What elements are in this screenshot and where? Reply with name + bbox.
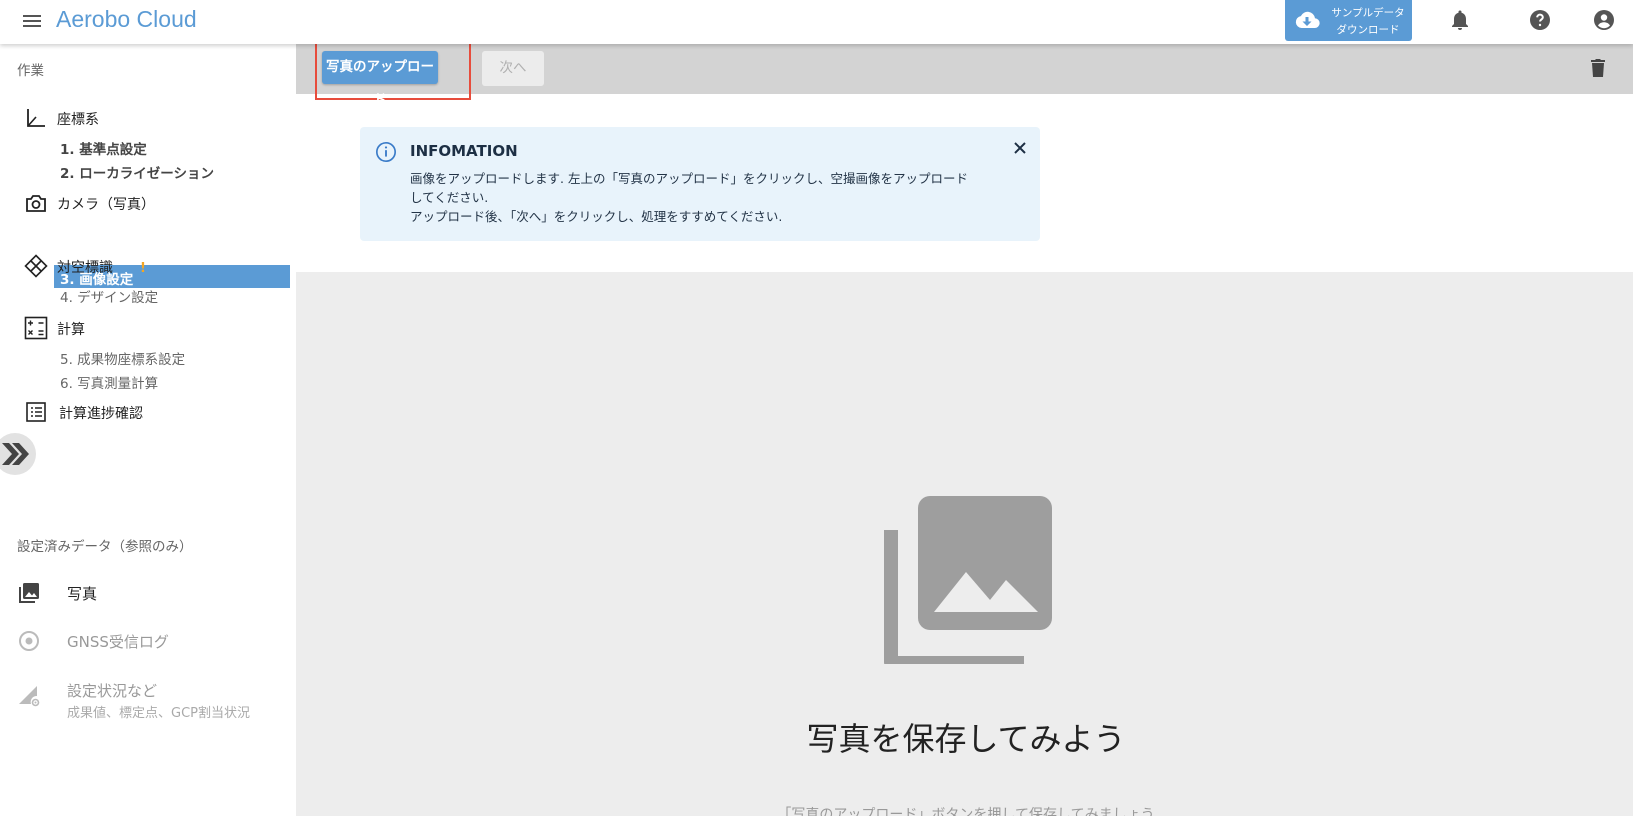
radio-target-icon bbox=[19, 631, 39, 651]
sidebar-group-label: カメラ（写真） bbox=[57, 197, 155, 213]
next-button[interactable]: 次へ bbox=[482, 51, 544, 86]
warning-mark: ! bbox=[140, 261, 146, 276]
close-icon[interactable] bbox=[1012, 140, 1028, 156]
sidebar-step-1[interactable]: 1. 基準点設定 bbox=[60, 138, 147, 158]
hamburger-menu-icon[interactable] bbox=[20, 9, 44, 33]
trash-icon[interactable] bbox=[1586, 56, 1610, 80]
sidebar-collapse-button[interactable] bbox=[0, 433, 36, 475]
info-title: INFOMATION bbox=[410, 142, 518, 160]
bell-icon[interactable] bbox=[1448, 8, 1472, 32]
info-icon bbox=[376, 142, 396, 162]
reference-item-label: 設定状況など bbox=[67, 682, 158, 700]
sidebar-group-label: 座標系 bbox=[57, 112, 99, 128]
empty-state-subtitle: 「写真のアップロード」ボタンを押して保存してみましょう bbox=[777, 807, 1155, 816]
photo-drop-area[interactable]: 写真を保存してみよう 「写真のアップロード」ボタンを押して保存してみましょう bbox=[296, 272, 1633, 816]
sample-data-download-button[interactable]: サンプルデータ ダウンロード bbox=[1285, 0, 1412, 41]
reference-item-label: GNSS受信ログ bbox=[67, 633, 169, 651]
work-section-label: 作業 bbox=[17, 63, 44, 79]
app-title[interactable]: Aerobo Cloud bbox=[56, 6, 197, 33]
sample-data-label-1: サンプルデータ bbox=[1331, 7, 1405, 19]
photo-library-icon bbox=[884, 496, 1052, 664]
progress-list-icon bbox=[26, 402, 46, 422]
calculator-icon bbox=[24, 316, 48, 340]
info-line-1: 画像をアップロードします. 左上の「写真のアップロード」をクリックし、空撮画像を… bbox=[410, 171, 968, 205]
action-toolbar: 写真のアップロード 次へ bbox=[296, 38, 1633, 108]
sidebar: 作業 座標系 1. 基準点設定 2. ローカライゼーション カメラ（写真） 3.… bbox=[0, 44, 296, 816]
info-body: 画像をアップロードします. 左上の「写真のアップロード」をクリックし、空撮画像を… bbox=[410, 169, 980, 226]
cloud-download-icon bbox=[1295, 11, 1320, 29]
empty-state-title: 写真を保存してみよう bbox=[806, 720, 1126, 758]
axis-icon bbox=[27, 109, 45, 127]
sidebar-step-6[interactable]: 6. 写真測量計算 bbox=[60, 372, 158, 392]
photo-library-icon bbox=[19, 583, 39, 603]
reference-item-sub: 成果値、標定点、GCP割当状況 bbox=[67, 706, 250, 721]
camera-icon bbox=[26, 195, 46, 212]
info-line-2: アップロード後、「次へ」をクリックし、処理をすすめてください. bbox=[410, 209, 783, 224]
aerial-target-icon bbox=[24, 254, 48, 278]
sidebar-group-label: 計算 bbox=[57, 322, 85, 338]
signal-settings-icon bbox=[19, 686, 40, 707]
sidebar-step-4[interactable]: 4. デザイン設定 bbox=[60, 286, 158, 306]
account-icon[interactable] bbox=[1592, 8, 1616, 32]
sample-data-label-2: ダウンロード bbox=[1336, 24, 1400, 36]
info-banner: INFOMATION 画像をアップロードします. 左上の「写真のアップロード」を… bbox=[360, 127, 1040, 241]
sidebar-progress-label: 計算進捗確認 bbox=[59, 406, 143, 422]
sidebar-group-label: 対空標識 bbox=[57, 260, 113, 276]
sidebar-step-5[interactable]: 5. 成果物座標系設定 bbox=[60, 348, 185, 368]
upload-photos-button[interactable]: 写真のアップロード bbox=[322, 51, 438, 108]
app-header: Aerobo Cloud サンプルデータ ダウンロード bbox=[0, 0, 1633, 44]
reference-item-label: 写真 bbox=[67, 585, 98, 603]
help-icon[interactable] bbox=[1528, 8, 1552, 32]
double-chevron-right-icon bbox=[2, 443, 29, 465]
reference-section-label: 設定済みデータ（参照のみ） bbox=[17, 539, 193, 555]
sidebar-step-2[interactable]: 2. ローカライゼーション bbox=[60, 162, 214, 182]
